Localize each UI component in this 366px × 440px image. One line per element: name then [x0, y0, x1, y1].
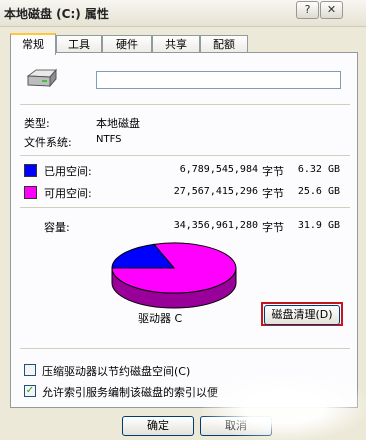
- help-button[interactable]: ?: [296, 1, 319, 19]
- separator: [20, 207, 350, 208]
- compress-label: 压缩驱动器以节约磁盘空间(C): [42, 365, 191, 378]
- compress-checkbox[interactable]: [24, 364, 36, 376]
- used-space-label: 已用空间:: [44, 165, 92, 178]
- capacity-label: 容量:: [44, 221, 70, 234]
- tab-sharing[interactable]: 共享: [152, 35, 200, 53]
- used-space-unit: 字节: [262, 165, 284, 178]
- separator: [20, 348, 350, 349]
- capacity-unit: 字节: [262, 221, 284, 234]
- filesystem-value: NTFS: [96, 134, 122, 145]
- capacity-bytes: 34,356,961,280: [173, 220, 258, 231]
- tab-hardware[interactable]: 硬件: [102, 35, 152, 53]
- used-space-size: 6.32 GB: [297, 164, 340, 175]
- filesystem-label: 文件系统:: [24, 136, 72, 149]
- separator: [20, 104, 350, 105]
- free-space-size: 25.6 GB: [297, 186, 340, 197]
- tab-tools[interactable]: 工具: [56, 35, 102, 53]
- used-space-swatch: [24, 164, 37, 177]
- close-button[interactable]: ✕: [320, 1, 343, 19]
- free-space-label: 可用空间:: [44, 187, 92, 200]
- volume-name-input[interactable]: [96, 71, 341, 89]
- tab-general[interactable]: 常规: [10, 33, 56, 55]
- watermark-overlay: [202, 374, 366, 440]
- free-space-swatch: [24, 186, 37, 199]
- disk-cleanup-button[interactable]: 磁盘清理(D): [264, 305, 340, 325]
- drive-label: 驱动器 C: [138, 312, 183, 325]
- capacity-size: 31.9 GB: [297, 220, 340, 231]
- tab-quota[interactable]: 配额: [200, 35, 248, 53]
- disk-usage-pie: [111, 242, 237, 309]
- hard-drive-icon: [26, 68, 58, 88]
- index-label: 允许索引服务编制该磁盘的索引以便: [42, 386, 218, 399]
- type-label: 类型:: [24, 117, 50, 130]
- title-bar: 本地磁盘 (C:) 属性 ? ✕: [0, 0, 366, 27]
- type-value: 本地磁盘: [96, 117, 140, 130]
- index-checkbox[interactable]: ✓: [24, 385, 36, 397]
- free-space-unit: 字节: [262, 187, 284, 200]
- check-icon: ✓: [25, 385, 35, 396]
- used-space-bytes: 6,789,545,984: [179, 164, 258, 175]
- window-title: 本地磁盘 (C:) 属性: [4, 7, 109, 21]
- close-icon: ✕: [326, 3, 337, 16]
- separator: [20, 155, 350, 156]
- ok-button[interactable]: 确定: [122, 416, 194, 436]
- free-space-bytes: 27,567,415,296: [173, 186, 258, 197]
